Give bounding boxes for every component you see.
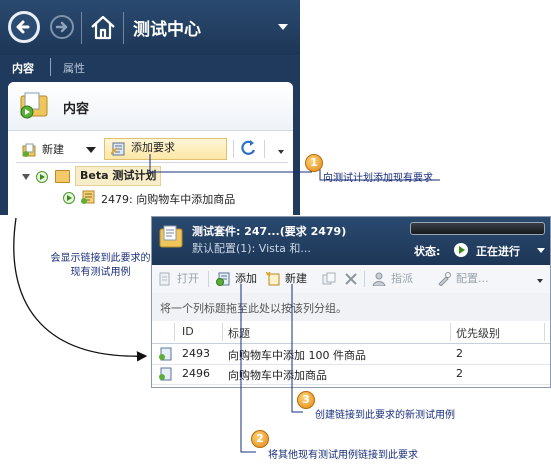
callout-text-1: 向测试计划添加现有要求 <box>323 173 433 184</box>
callout-text-2: 将其他现有测试用例链接到此要求 <box>268 450 418 461</box>
side-note: 会显示链接到此要求的现有测试用例 <box>50 253 151 278</box>
callout-lines <box>13 154 440 453</box>
callout-text-3: 创建链接到此要求的新测试用例 <box>315 410 455 421</box>
callout-badge-3: 3 <box>297 391 315 409</box>
callout-badge-1: 1 <box>305 154 323 172</box>
callout-badge-2: 2 <box>251 430 269 448</box>
